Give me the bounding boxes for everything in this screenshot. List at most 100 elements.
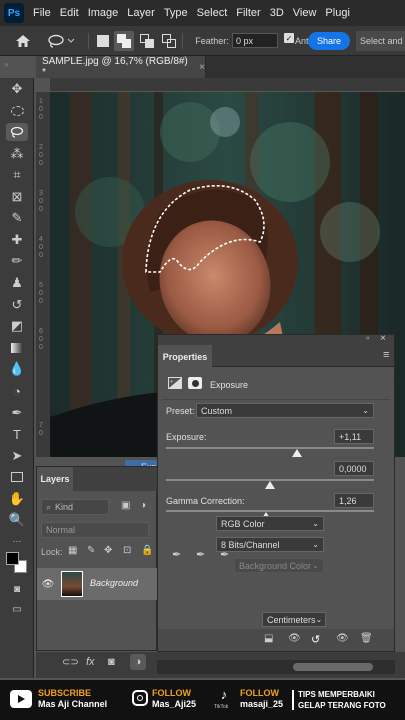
photoshop-logo: Ps xyxy=(4,3,24,23)
share-button[interactable]: Share xyxy=(308,32,350,50)
chevron-down-icon: ⌄ xyxy=(315,615,323,624)
collapse-panel-icon[interactable]: « xyxy=(366,335,370,342)
lock-position-icon[interactable]: ✥ xyxy=(104,545,112,556)
panel-collapse-icon[interactable]: » xyxy=(4,60,8,69)
quick-mask-icon[interactable]: ◙ xyxy=(6,580,28,598)
new-adjustment-layer-icon[interactable]: ◑ xyxy=(130,654,146,670)
marquee-tool-icon[interactable] xyxy=(6,102,28,120)
tips-line-1: TIPS MEMPERBAIKI xyxy=(298,690,375,699)
instagram-block: FOLLOW Mas_Aji25 xyxy=(152,688,196,710)
history-brush-tool-icon[interactable]: ↺ xyxy=(6,296,28,314)
feather-input[interactable] xyxy=(232,33,278,48)
menu-view[interactable]: View xyxy=(293,7,317,19)
black-point-eyedropper-icon[interactable]: ✒ xyxy=(172,548,181,561)
chevron-down-icon: ⌄ xyxy=(362,406,369,415)
eraser-tool-icon[interactable]: ◩ xyxy=(6,317,28,335)
properties-panel: × « Properties ≡ + Exposure Preset: Cust… xyxy=(157,333,395,652)
visibility-eye-icon[interactable]: 👁 xyxy=(42,578,55,590)
blend-mode-value: Normal xyxy=(46,525,76,535)
lock-artboard-icon[interactable]: ⊡ xyxy=(123,545,131,556)
select-and-mask-button[interactable]: Select and M xyxy=(356,31,405,51)
reset-adjustments-icon[interactable]: ↺ xyxy=(311,633,320,646)
frame-tool-icon[interactable]: ⊠ xyxy=(6,188,28,206)
add-layer-style-icon[interactable]: fx xyxy=(86,656,95,668)
bit-depth-select[interactable]: 8 Bits/Channel ⌄ xyxy=(216,537,324,552)
background-color-select[interactable]: Background Color ⌄ xyxy=(234,558,324,573)
preset-select[interactable]: Custom ⌄ xyxy=(196,403,374,418)
zoom-tool-icon[interactable]: 🔍 xyxy=(6,511,28,529)
hand-tool-icon[interactable]: ✋ xyxy=(6,490,28,508)
dodge-tool-icon[interactable]: ◔ xyxy=(6,382,28,400)
menu-image[interactable]: Image xyxy=(88,7,119,19)
menu-filter[interactable]: Filter xyxy=(236,7,260,19)
layer-name[interactable]: Background xyxy=(90,578,138,588)
subtract-from-selection-icon[interactable] xyxy=(138,31,156,51)
view-previous-state-icon[interactable]: 👁 xyxy=(288,633,301,644)
gradient-tool-icon[interactable] xyxy=(6,339,28,357)
close-tab-icon[interactable]: × xyxy=(199,62,205,73)
lasso-tool-preset-icon[interactable] xyxy=(44,31,78,51)
lock-pixels-icon[interactable]: ✎ xyxy=(87,545,95,556)
adjustment-name: Exposure xyxy=(210,380,249,390)
menu-plugins[interactable]: Plugi xyxy=(325,7,349,19)
units-select[interactable]: Centimeters ⌄ xyxy=(262,612,326,627)
tab-properties[interactable]: Properties xyxy=(158,345,212,368)
document-tab[interactable]: SAMPLE.jpg @ 16,7% (RGB/8#) * × xyxy=(36,56,206,78)
filter-adjustment-icon[interactable]: ◑ xyxy=(140,500,146,511)
lasso-tool-icon[interactable] xyxy=(6,123,28,141)
color-swatches[interactable] xyxy=(6,552,28,574)
type-tool-icon[interactable]: T xyxy=(6,425,28,443)
exposure-input[interactable]: +1,11 xyxy=(334,429,374,444)
document-title: SAMPLE.jpg @ 16,7% (RGB/8#) * xyxy=(42,56,188,78)
more-tools-icon[interactable]: ··· xyxy=(6,532,28,550)
tab-layers[interactable]: Layers xyxy=(37,467,73,491)
link-layers-icon[interactable]: ⊂⊃ xyxy=(62,657,79,668)
clone-stamp-tool-icon[interactable]: ♟ xyxy=(6,274,28,292)
menu-edit[interactable]: Edit xyxy=(60,7,79,19)
lock-transparent-icon[interactable]: ▦ xyxy=(68,545,77,556)
offset-input[interactable]: 0,0000 xyxy=(334,461,374,476)
color-mode-value: RGB Color xyxy=(221,518,265,529)
screen-mode-icon[interactable]: ▭ xyxy=(6,600,28,618)
intersect-selection-icon[interactable] xyxy=(160,31,178,51)
path-selection-tool-icon[interactable]: ➤ xyxy=(6,447,28,465)
menu-3d[interactable]: 3D xyxy=(270,7,284,19)
filter-image-icon[interactable]: ▣ xyxy=(121,500,130,511)
gamma-input[interactable]: 1,26 xyxy=(334,493,374,508)
blend-mode-select[interactable]: Normal xyxy=(41,522,149,538)
menu-layer[interactable]: Layer xyxy=(127,7,155,19)
menu-type[interactable]: Type xyxy=(164,7,188,19)
color-mode-select[interactable]: RGB Color ⌄ xyxy=(216,516,324,531)
close-panel-icon[interactable]: × xyxy=(380,333,386,344)
anti-alias-checkbox[interactable]: ✓ xyxy=(284,33,294,43)
brush-tool-icon[interactable]: ✏ xyxy=(6,252,28,270)
blur-tool-icon[interactable]: 💧 xyxy=(6,360,28,378)
lock-all-icon[interactable]: 🔒 xyxy=(141,545,153,556)
add-to-selection-icon[interactable] xyxy=(114,31,134,51)
menu-file[interactable]: File xyxy=(33,7,51,19)
home-icon[interactable] xyxy=(10,31,36,51)
layer-mask-icon[interactable] xyxy=(188,377,202,389)
gray-point-eyedropper-icon[interactable]: ✒ xyxy=(196,548,205,561)
crop-tool-icon[interactable]: ⌗ xyxy=(6,166,28,184)
toggle-visibility-icon[interactable]: 👁 xyxy=(336,633,349,644)
clip-to-layer-icon[interactable]: ⬓ xyxy=(264,633,273,644)
eyedropper-tool-icon[interactable]: ✎ xyxy=(6,209,28,227)
offset-slider-thumb[interactable] xyxy=(265,481,275,489)
exposure-slider-track[interactable] xyxy=(166,447,374,449)
pen-tool-icon[interactable]: ✒ xyxy=(6,404,28,422)
menu-select[interactable]: Select xyxy=(197,7,228,19)
delete-adjustment-icon[interactable]: 🗑 xyxy=(360,633,373,644)
new-selection-icon[interactable] xyxy=(94,31,112,51)
layer-row-background[interactable]: 👁 Background xyxy=(37,568,158,600)
panel-menu-icon[interactable]: ≡ xyxy=(383,349,389,361)
scrollbar-thumb[interactable] xyxy=(293,663,373,671)
layer-filter-kind[interactable]: ⌕ Kind xyxy=(41,499,109,515)
exposure-slider-thumb[interactable] xyxy=(292,449,303,457)
add-mask-icon[interactable]: ◙ xyxy=(108,656,115,668)
horizontal-scrollbar[interactable] xyxy=(157,660,395,674)
rectangle-tool-icon[interactable] xyxy=(6,468,28,486)
move-tool-icon[interactable]: ✥ xyxy=(6,80,28,98)
magic-wand-tool-icon[interactable]: ⁂ xyxy=(6,145,28,163)
healing-brush-tool-icon[interactable]: ✚ xyxy=(6,231,28,249)
